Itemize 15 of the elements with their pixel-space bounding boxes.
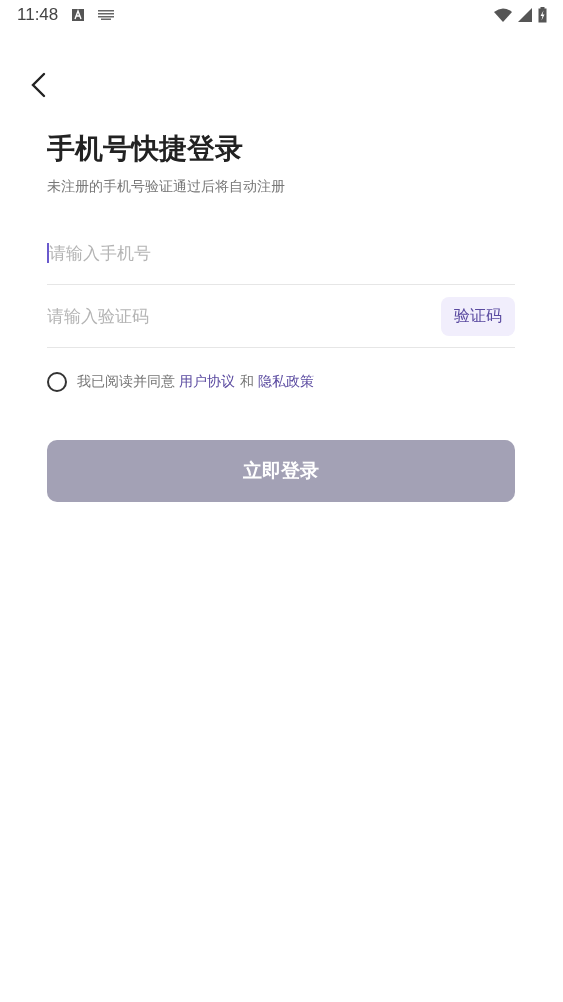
keyboard-letter-icon [72, 9, 85, 21]
code-input-field[interactable]: 请输入验证码 [47, 306, 441, 326]
agree-checkbox[interactable] [47, 372, 67, 392]
page-subtitle: 未注册的手机号验证通过后将自动注册 [47, 178, 286, 196]
privacy-policy-link[interactable]: 隐私政策 [257, 373, 314, 389]
user-agreement-link[interactable]: 用户协议 [179, 373, 236, 389]
page-title: 手机号快捷登录 [47, 131, 244, 167]
phone-input-field[interactable]: 请输入手机号 [47, 243, 515, 263]
wifi-icon [494, 8, 512, 22]
agreement-text: 我已阅读并同意 用户协议 和 隐私政策 [77, 373, 314, 391]
keyboard-icon [98, 10, 115, 20]
battery-charging-icon [538, 7, 547, 23]
status-time: 11:48 [17, 5, 59, 25]
signal-icon [518, 8, 532, 22]
get-code-button[interactable]: 验证码 [441, 296, 515, 336]
